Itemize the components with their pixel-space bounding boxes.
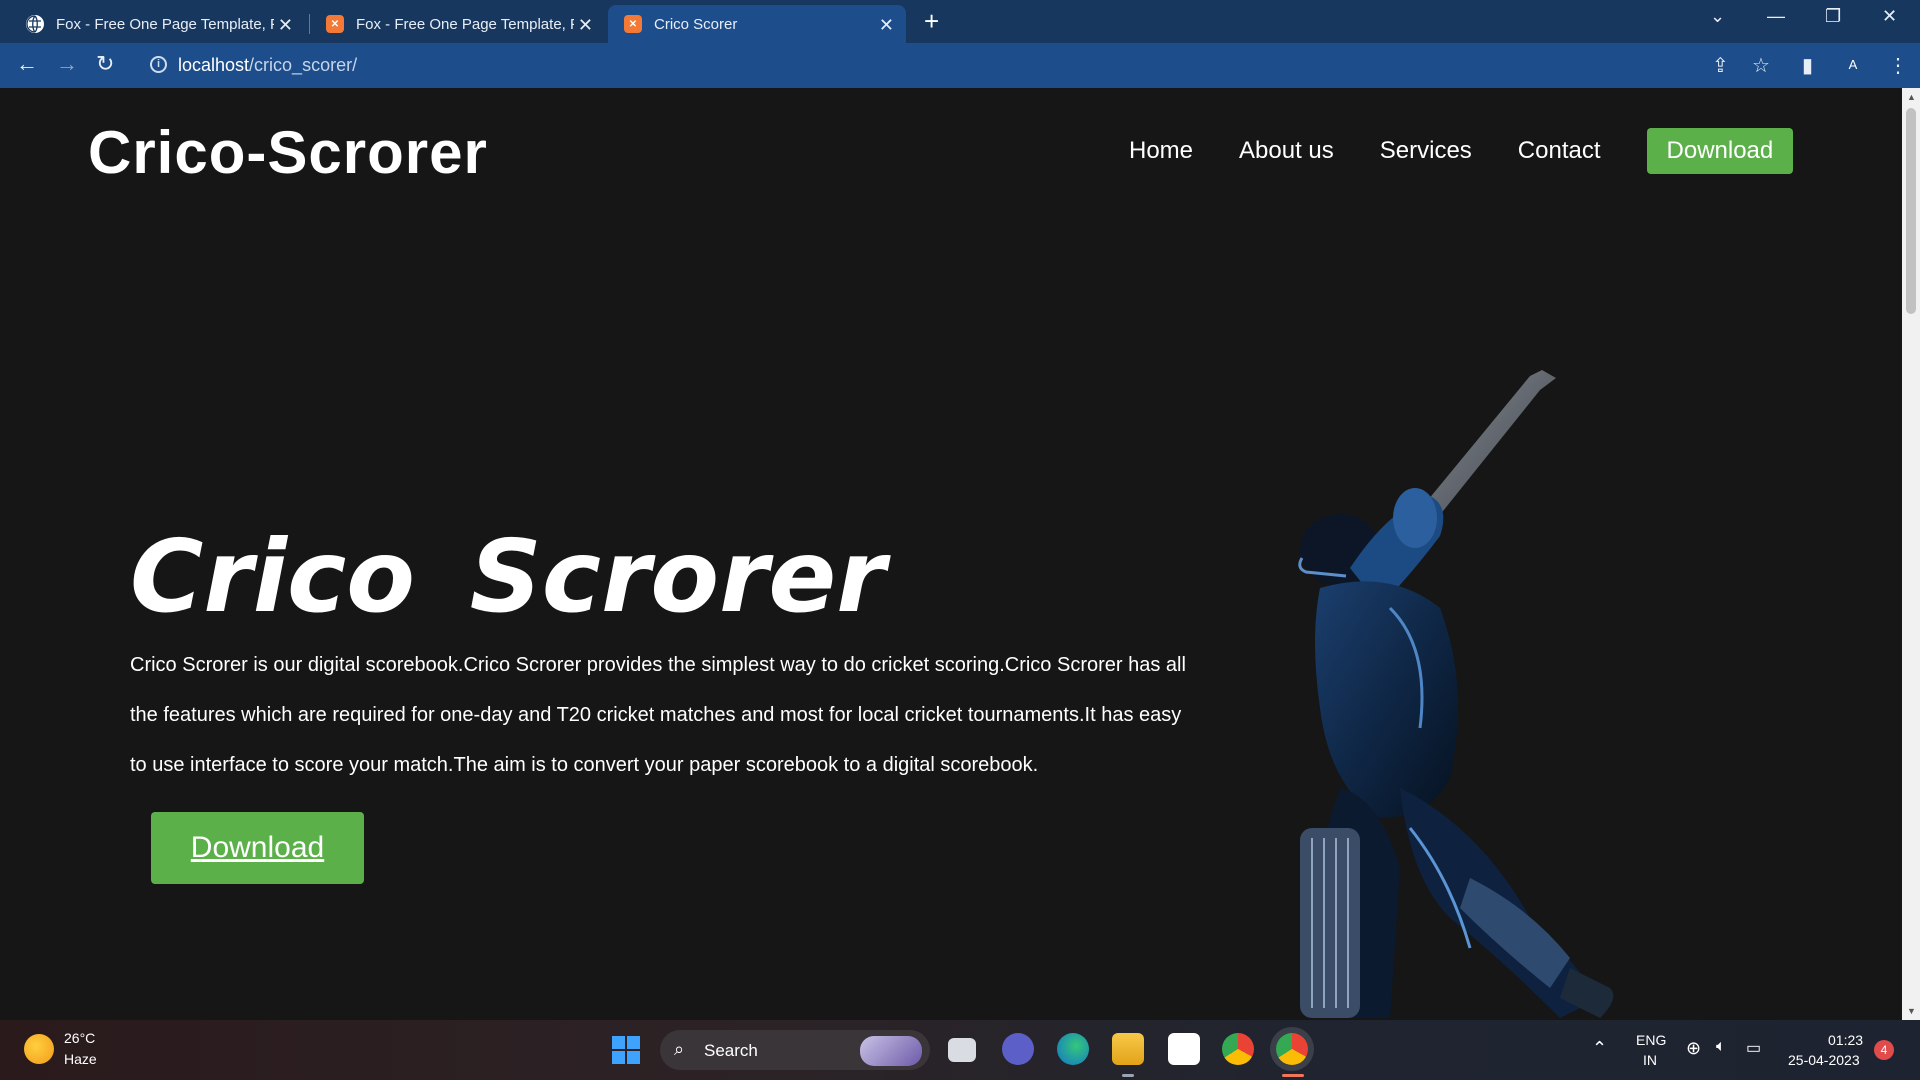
site-info-icon[interactable]: i (150, 56, 167, 73)
clock-date[interactable]: 25-04-2023 (1788, 1052, 1860, 1068)
url-bar[interactable]: i localhost/crico_scorer/ (138, 48, 1738, 82)
search-highlight-image (860, 1036, 922, 1066)
share-icon[interactable]: ⇪ (1712, 53, 1729, 78)
file-explorer-icon[interactable] (1112, 1033, 1144, 1065)
cricket-batsman-image (1298, 370, 1614, 1018)
active-indicator (1282, 1074, 1304, 1077)
network-globe-icon[interactable]: ⊕ (1686, 1038, 1701, 1059)
weather-condition[interactable]: Haze (64, 1051, 97, 1067)
nav-download-button[interactable]: Download (1646, 128, 1794, 174)
kebab-menu-icon[interactable]: ⋮ (1888, 53, 1908, 78)
tab-search-chevron-icon[interactable]: ⌄ (1710, 6, 1725, 27)
browser-tab-strip: Fox - Free One Page Template, Fr ✕ ✕ Fox… (0, 0, 1920, 43)
tab-title: Fox - Free One Page Template, Fr (56, 15, 274, 33)
close-icon[interactable]: ✕ (578, 15, 593, 36)
task-view-icon[interactable] (948, 1038, 976, 1062)
teams-chat-icon[interactable] (1002, 1033, 1034, 1065)
show-hidden-icons-chevron-icon[interactable]: ⌃ (1592, 1038, 1607, 1059)
top-navigation: Home About us Services Contact Download (1129, 128, 1839, 174)
site-brand[interactable]: Crico-Scrorer (88, 118, 488, 187)
notification-badge[interactable]: 4 (1874, 1040, 1894, 1060)
taskbar-search[interactable]: ⌕ Search (660, 1030, 930, 1070)
nav-services[interactable]: Services (1380, 137, 1472, 165)
search-icon: ⌕ (674, 1039, 685, 1059)
close-icon[interactable]: ✕ (879, 15, 894, 36)
minimize-icon[interactable]: — (1767, 6, 1785, 27)
url-host: localhost (178, 55, 250, 75)
weather-haze-icon[interactable] (24, 1034, 54, 1064)
nav-about-us[interactable]: About us (1239, 137, 1334, 165)
scrollbar-thumb[interactable] (1906, 108, 1916, 314)
edge-browser-icon[interactable] (1057, 1033, 1089, 1065)
scroll-down-arrow-icon[interactable]: ▼ (1907, 1006, 1916, 1016)
hero-title: Crico Scrorer (130, 518, 886, 635)
windows-taskbar: 26°C Haze ⌕ Search ⌃ ENG IN ⊕ 🔈︎ ▭ 01:23… (0, 1020, 1920, 1080)
windows-start-icon[interactable] (612, 1036, 640, 1064)
profile-avatar[interactable]: A (1841, 53, 1865, 77)
scroll-up-arrow-icon[interactable]: ▲ (1907, 92, 1916, 102)
address-toolbar: ← → ↻ i localhost/crico_scorer/ ⇪ ☆ ▮ A … (0, 43, 1920, 88)
side-panel-icon[interactable]: ▮ (1802, 53, 1813, 78)
chrome-icon[interactable] (1222, 1033, 1254, 1065)
search-label: Search (704, 1041, 758, 1060)
globe-icon (26, 15, 44, 33)
hero-description: Crico Scrorer is our digital scorebook.C… (130, 654, 1186, 776)
bookmark-star-icon[interactable]: ☆ (1752, 53, 1770, 78)
new-tab-plus-icon[interactable]: + (924, 6, 939, 37)
running-indicator (1122, 1074, 1134, 1077)
volume-icon[interactable]: 🔈︎ (1716, 1038, 1726, 1056)
clock-time[interactable]: 01:23 (1828, 1032, 1863, 1048)
url-text[interactable]: localhost/crico_scorer/ (178, 55, 357, 76)
nav-contact[interactable]: Contact (1518, 137, 1601, 165)
tab-fox-template-2[interactable]: ✕ Fox - Free One Page Template, Fr ✕ (310, 5, 605, 43)
chrome-profile-icon[interactable] (1276, 1033, 1308, 1065)
tab-title: Crico Scorer (654, 15, 738, 33)
battery-icon[interactable]: ▭ (1746, 1038, 1761, 1058)
tab-fox-template-1[interactable]: Fox - Free One Page Template, Fr ✕ (10, 5, 305, 43)
page-viewport: Crico-Scrorer Home About us Services Con… (0, 88, 1902, 1020)
tab-title: Fox - Free One Page Template, Fr (356, 15, 574, 33)
tab-crico-scorer[interactable]: ✕ Crico Scorer ✕ (608, 5, 906, 43)
xampp-icon: ✕ (624, 15, 642, 33)
weather-temperature[interactable]: 26°C (64, 1030, 95, 1046)
back-arrow-icon[interactable]: ← (16, 51, 38, 77)
forward-arrow-icon[interactable]: → (56, 51, 78, 77)
hero-download-button[interactable]: Download (151, 812, 364, 884)
close-icon[interactable]: ✕ (278, 15, 293, 36)
language-region[interactable]: IN (1643, 1052, 1657, 1068)
window-close-icon[interactable]: ✕ (1882, 6, 1897, 27)
nav-home[interactable]: Home (1129, 137, 1193, 165)
page-scrollbar[interactable]: ▲ ▼ (1902, 88, 1920, 1020)
language-code[interactable]: ENG (1636, 1032, 1666, 1048)
microsoft-store-icon[interactable] (1168, 1033, 1200, 1065)
restore-icon[interactable]: ❐ (1825, 6, 1841, 27)
xampp-icon: ✕ (326, 15, 344, 33)
reload-icon[interactable]: ↻ (96, 51, 114, 77)
url-path: /crico_scorer/ (249, 55, 358, 75)
